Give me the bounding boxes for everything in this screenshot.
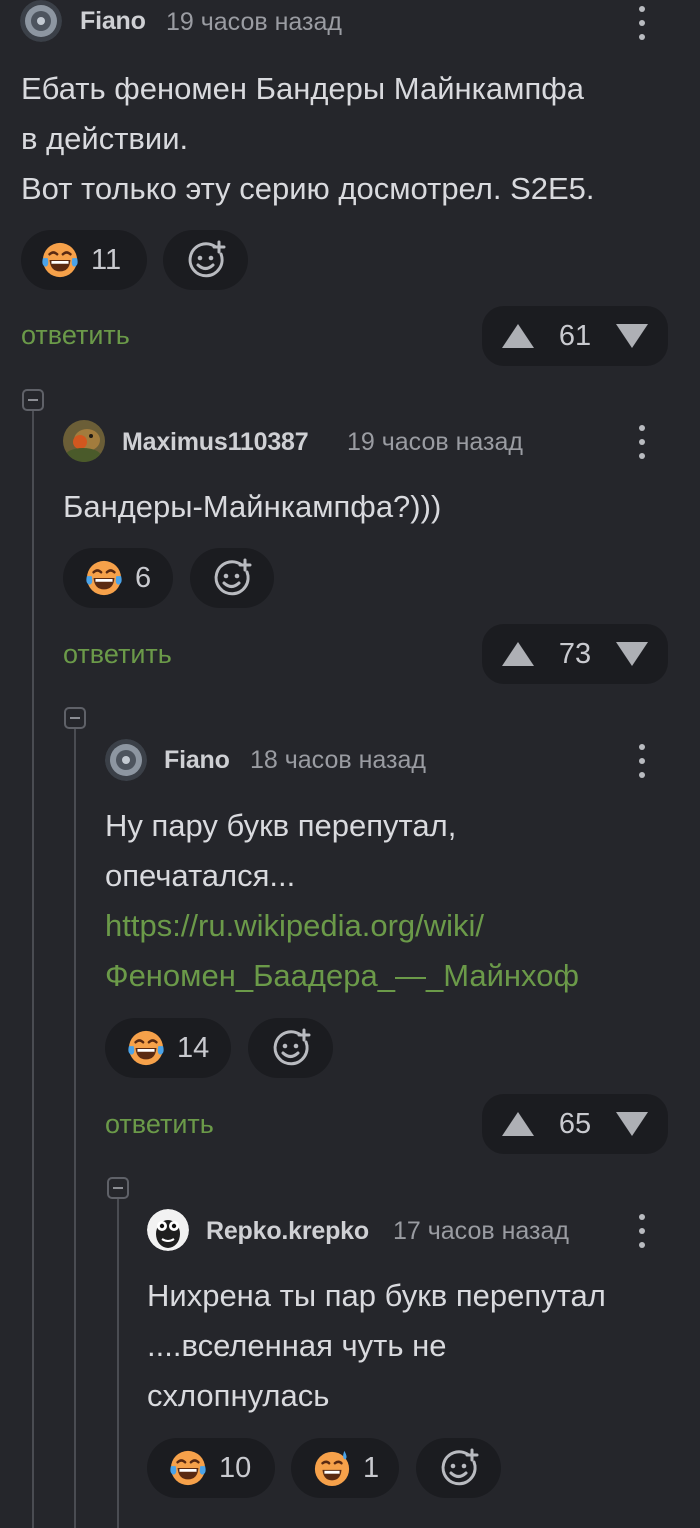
more-options-icon[interactable]	[637, 1211, 647, 1251]
upvote-icon[interactable]	[500, 1110, 536, 1138]
thread-line	[32, 410, 34, 1528]
comment-text: ....вселенная чуть не	[147, 1328, 447, 1363]
add-reaction-button[interactable]	[416, 1438, 501, 1498]
collapse-thread-button[interactable]	[107, 1177, 129, 1199]
reaction-count: 14	[177, 1031, 210, 1064]
laughing-tears-emoji-icon	[41, 241, 79, 279]
reaction-count: 6	[135, 561, 152, 594]
laughing-tears-emoji-icon	[85, 559, 123, 597]
wikipedia-link[interactable]: https://ru.wikipedia.org/wiki/	[105, 900, 484, 951]
timestamp: 18 часов назад	[250, 746, 426, 774]
laughing-tears-emoji-icon	[127, 1029, 165, 1067]
thread-line	[74, 728, 76, 1528]
add-reaction-icon	[271, 1028, 311, 1068]
reaction-pill[interactable]: 1	[291, 1438, 399, 1498]
reply-link[interactable]: ответить	[105, 1109, 214, 1140]
downvote-icon[interactable]	[614, 1110, 650, 1138]
timestamp: 19 часов назад	[347, 428, 523, 456]
comment-text: Вот только эту серию досмотрел. S2E5.	[21, 171, 595, 206]
comment-text: опечатался...	[105, 858, 296, 893]
downvote-icon[interactable]	[614, 640, 650, 668]
rating-score: 65	[558, 1107, 592, 1140]
add-reaction-icon	[186, 240, 226, 280]
vote-box: 65	[482, 1094, 668, 1154]
reply-link[interactable]: ответить	[63, 639, 172, 670]
avatar[interactable]	[20, 0, 62, 42]
upvote-icon[interactable]	[500, 322, 536, 350]
reaction-count: 10	[219, 1451, 252, 1484]
comment-text: Нихрена ты пар букв перепутал	[147, 1278, 606, 1313]
comment-text: Ну пару букв перепутал,	[105, 808, 457, 843]
add-reaction-icon	[439, 1448, 479, 1488]
add-reaction-icon	[212, 558, 252, 598]
reaction-pill[interactable]: 6	[63, 548, 173, 608]
comment-text: схлопнулась	[147, 1378, 330, 1413]
more-options-icon[interactable]	[637, 741, 647, 781]
comment-text: Бандеры-Майнкампфа?)))	[63, 489, 442, 524]
avatar[interactable]	[105, 739, 147, 781]
username[interactable]: Maximus110387	[122, 428, 309, 457]
wikipedia-link[interactable]: Феномен_Баадера_—_Майнхоф	[105, 950, 579, 1001]
more-options-icon[interactable]	[637, 422, 647, 462]
username[interactable]: Fiano	[164, 746, 230, 775]
username[interactable]: Repko.krepko	[206, 1217, 369, 1246]
avatar[interactable]	[63, 420, 105, 462]
grinning-sweat-emoji-icon	[313, 1449, 351, 1487]
reaction-pill[interactable]: 11	[21, 230, 147, 290]
more-options-icon[interactable]	[637, 3, 647, 43]
collapse-thread-button[interactable]	[64, 707, 86, 729]
timestamp: 17 часов назад	[393, 1217, 569, 1245]
rating-score: 61	[558, 319, 592, 352]
downvote-icon[interactable]	[614, 322, 650, 350]
vote-box: 73	[482, 624, 668, 684]
reaction-pill[interactable]: 14	[105, 1018, 231, 1078]
upvote-icon[interactable]	[500, 640, 536, 668]
reaction-count: 11	[91, 243, 122, 276]
avatar[interactable]	[147, 1209, 189, 1251]
reaction-count: 1	[363, 1451, 380, 1484]
timestamp: 19 часов назад	[166, 8, 342, 36]
rating-score: 73	[558, 637, 592, 670]
thread-line	[117, 1198, 119, 1528]
laughing-tears-emoji-icon	[169, 1449, 207, 1487]
add-reaction-button[interactable]	[163, 230, 248, 290]
comment-text: в действии.	[21, 121, 189, 156]
comment-text: Ебать феномен Бандеры Майнкампфа	[21, 71, 584, 106]
username[interactable]: Fiano	[80, 7, 146, 36]
collapse-thread-button[interactable]	[22, 389, 44, 411]
reaction-pill[interactable]: 10	[147, 1438, 275, 1498]
reply-link[interactable]: ответить	[21, 320, 130, 351]
vote-box: 61	[482, 306, 668, 366]
add-reaction-button[interactable]	[248, 1018, 333, 1078]
add-reaction-button[interactable]	[190, 548, 274, 608]
